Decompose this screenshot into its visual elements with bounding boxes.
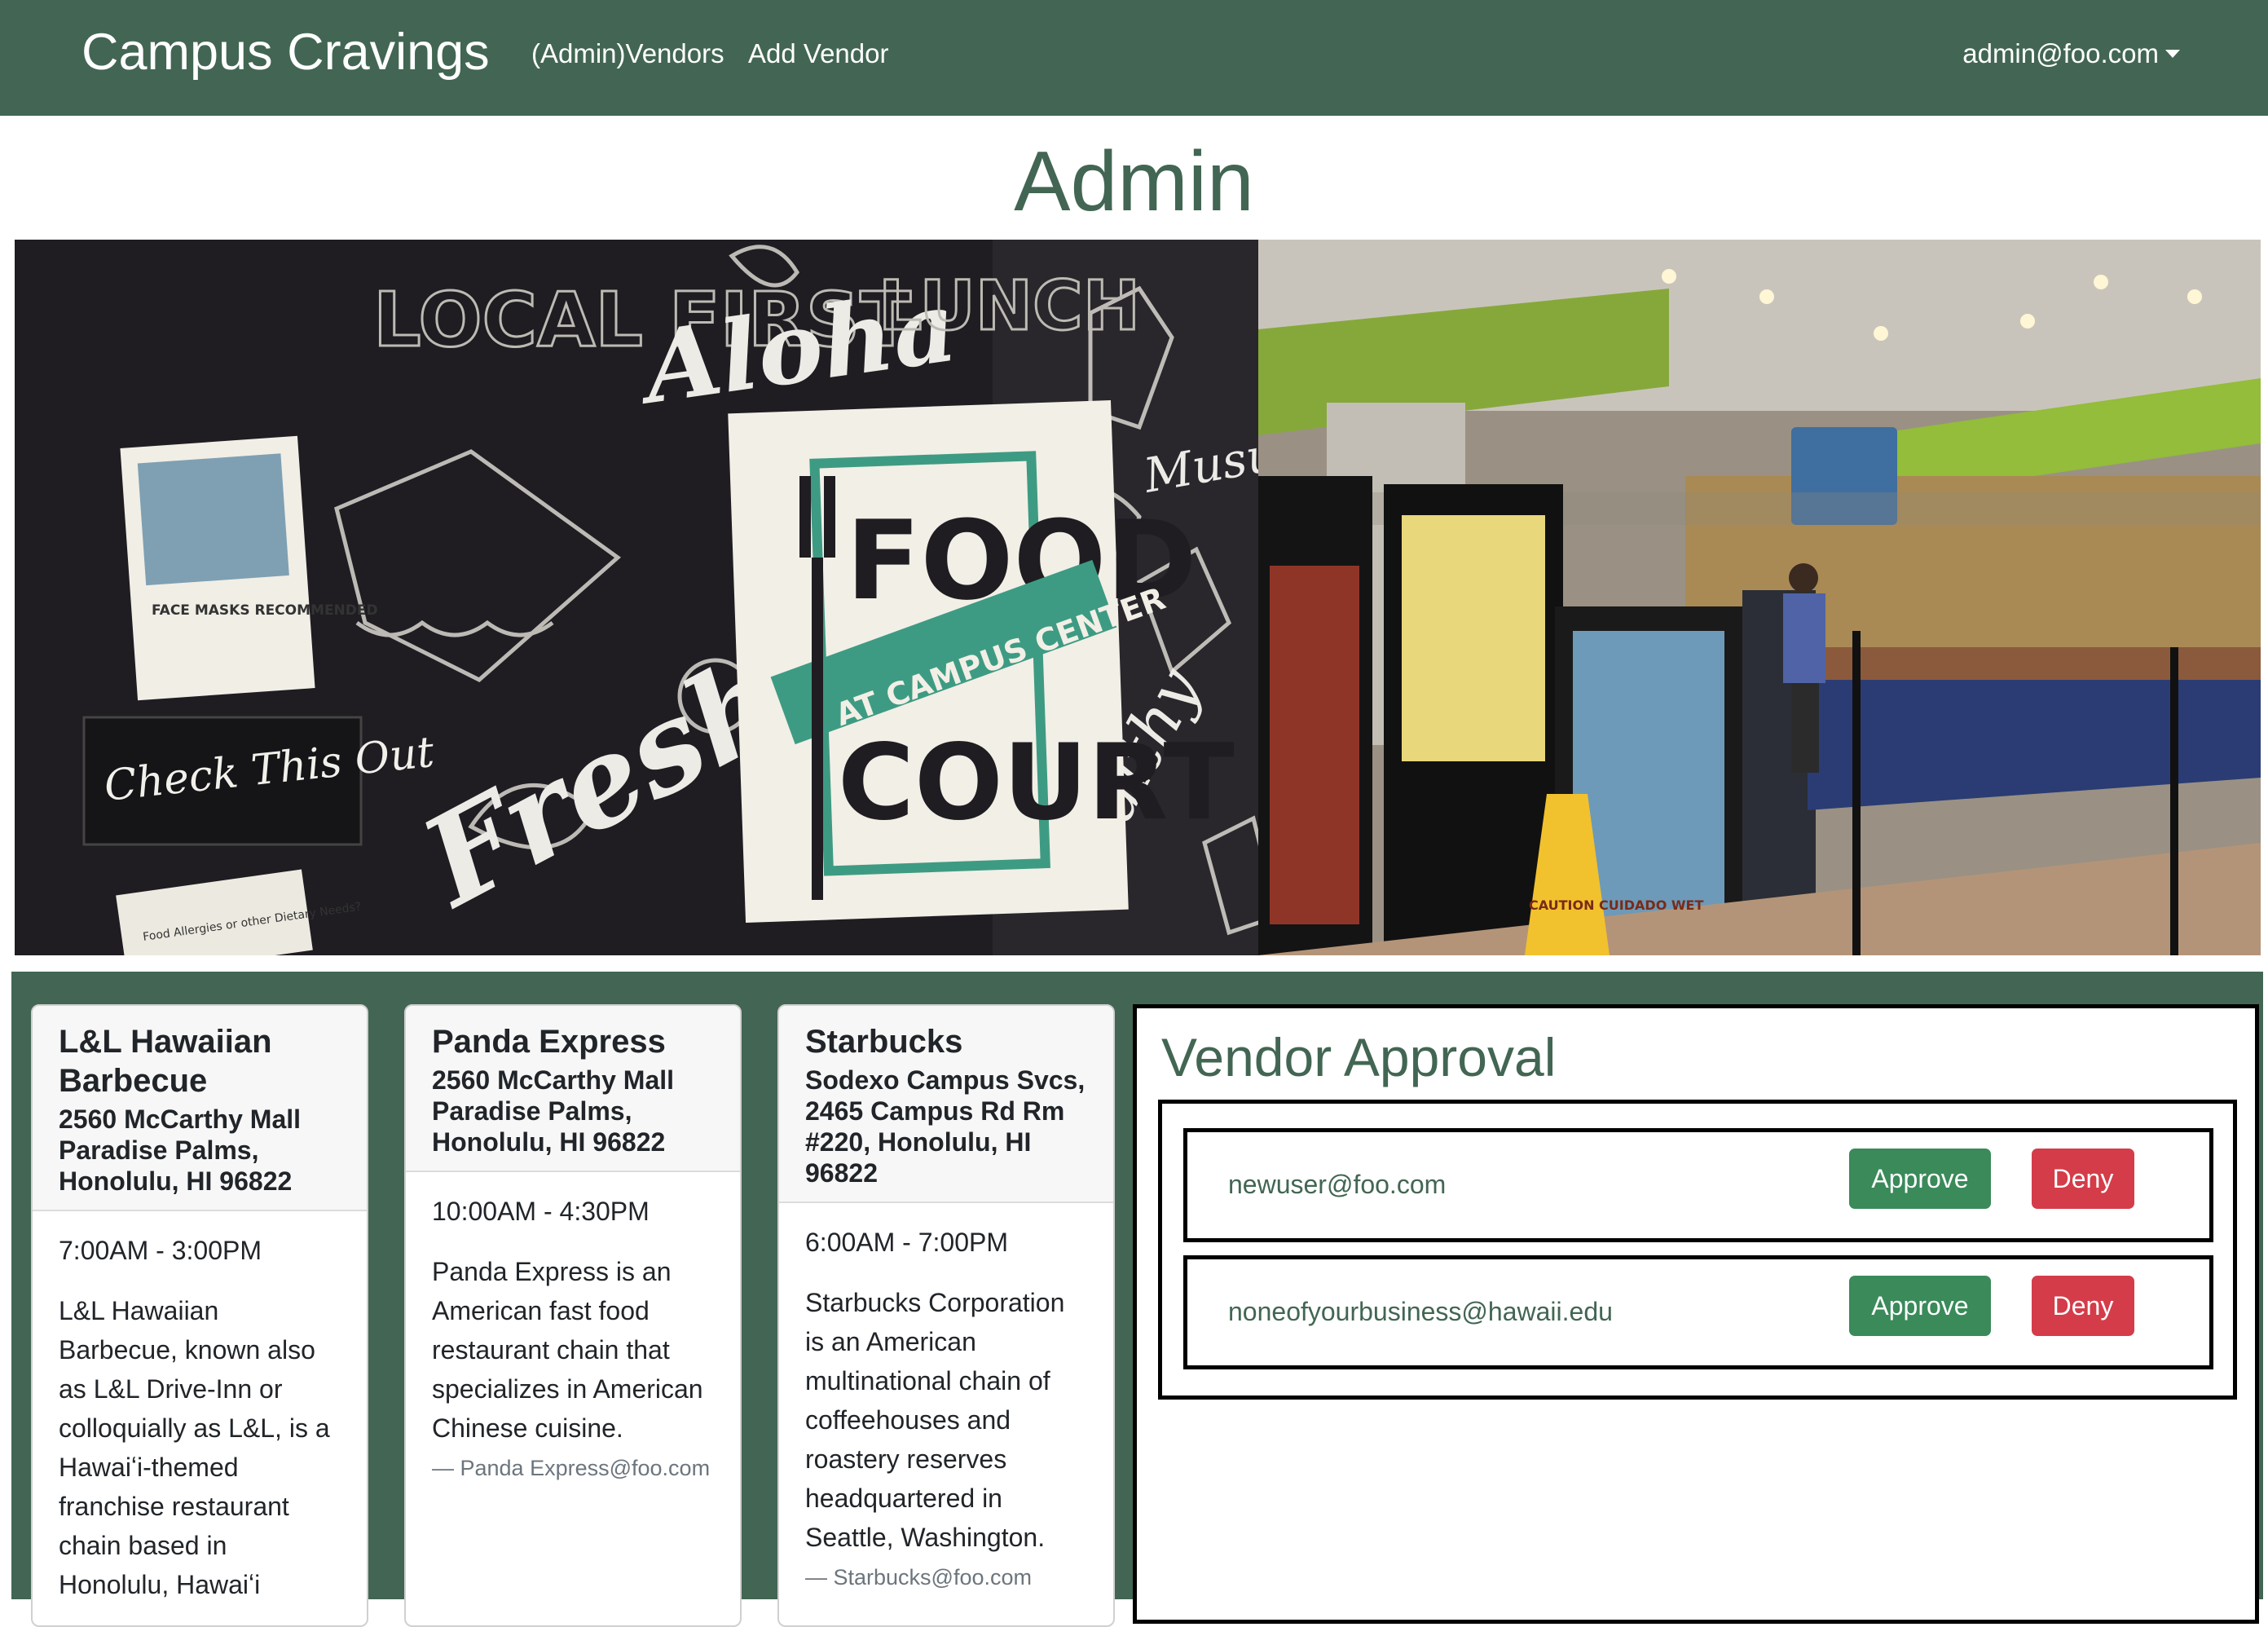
approval-request-list: newuser@foo.com Approve Deny noneofyourb… (1158, 1100, 2237, 1400)
vendor-description: Starbucks Corporation is an American mul… (805, 1288, 1065, 1552)
vendor-card-header: L&L Hawaiian Barbecue 2560 McCarthy Mall… (33, 1006, 367, 1211)
vendor-card: L&L Hawaiian Barbecue 2560 McCarthy Mall… (31, 1004, 368, 1627)
request-email: noneofyourbusiness@hawaii.edu (1228, 1297, 1613, 1326)
hero-image: LOCAL FIRST Aloha LUNCH Musubi Fresh Hea… (15, 240, 2261, 955)
vendor-name: Starbucks (805, 1024, 963, 1060)
vendor-card-body: 10:00AM - 4:30PM Panda Express is an Ame… (406, 1172, 740, 1485)
vendor-approval-title: Vendor Approval (1161, 1027, 1557, 1087)
approval-request-row: newuser@foo.com Approve Deny (1183, 1128, 2213, 1242)
vendor-approval-panel: Vendor Approval newuser@foo.com Approve … (1133, 1004, 2259, 1624)
chevron-down-icon (2165, 50, 2180, 58)
vendor-card: Starbucks Sodexo Campus Svcs, 2465 Campu… (777, 1004, 1115, 1627)
vendor-address: 2560 McCarthy Mall Paradise Palms, Honol… (432, 1065, 675, 1157)
vendor-owner: — Panda Express@foo.com (432, 1456, 711, 1480)
approve-button[interactable]: Approve (1849, 1276, 1991, 1336)
vendor-hours: 6:00AM - 7:00PM (805, 1228, 1008, 1257)
vendor-description: L&L Hawaiian Barbecue, known also as L&L… (59, 1296, 330, 1599)
vendor-card: Panda Express 2560 McCarthy Mall Paradis… (404, 1004, 742, 1627)
deny-button[interactable]: Deny (2032, 1149, 2134, 1209)
page-title: Admin (1014, 134, 1254, 229)
vendor-name: L&L Hawaiian Barbecue (59, 1024, 272, 1099)
brand-link[interactable]: Campus Cravings (81, 20, 490, 85)
approval-request-row: noneofyourbusiness@hawaii.edu Approve De… (1183, 1255, 2213, 1369)
deny-button[interactable]: Deny (2032, 1276, 2134, 1336)
hero-wall-text: LUNCH (879, 266, 1140, 346)
vendor-card-body: 7:00AM - 3:00PM L&L Hawaiian Barbecue, k… (33, 1211, 367, 1604)
vendor-card-header: Starbucks Sodexo Campus Svcs, 2465 Campu… (779, 1006, 1113, 1203)
vendor-name: Panda Express (432, 1024, 666, 1060)
vendor-hours: 10:00AM - 4:30PM (432, 1197, 650, 1226)
vendor-address: 2560 McCarthy Mall Paradise Palms, Honol… (59, 1105, 302, 1196)
nav-admin-vendors[interactable]: (Admin)Vendors (531, 36, 724, 72)
vendor-hours: 7:00AM - 3:00PM (59, 1236, 262, 1265)
vendor-owner: — Starbucks@foo.com (805, 1565, 1033, 1590)
vendor-card-body: 6:00AM - 7:00PM Starbucks Corporation is… (779, 1203, 1113, 1594)
vendor-card-header: Panda Express 2560 McCarthy Mall Paradis… (406, 1006, 740, 1172)
hero-wet-sign-text: CAUTION CUIDADO WET (1529, 897, 1703, 913)
user-email: admin@foo.com (1962, 38, 2159, 68)
vendor-address: Sodexo Campus Svcs, 2465 Campus Rd Rm #2… (805, 1065, 1086, 1188)
sign-text: COURT (838, 722, 1235, 844)
request-email: newuser@foo.com (1228, 1170, 1447, 1199)
nav-add-vendor[interactable]: Add Vendor (748, 36, 888, 72)
hero-poster-text: FACE MASKS RECOMMENDED (152, 602, 378, 619)
user-dropdown[interactable]: admin@foo.com (1962, 36, 2180, 72)
approve-button[interactable]: Approve (1849, 1149, 1991, 1209)
vendor-description: Panda Express is an American fast food r… (432, 1257, 703, 1443)
navbar: Campus Cravings (Admin)Vendors Add Vendo… (0, 0, 2268, 116)
